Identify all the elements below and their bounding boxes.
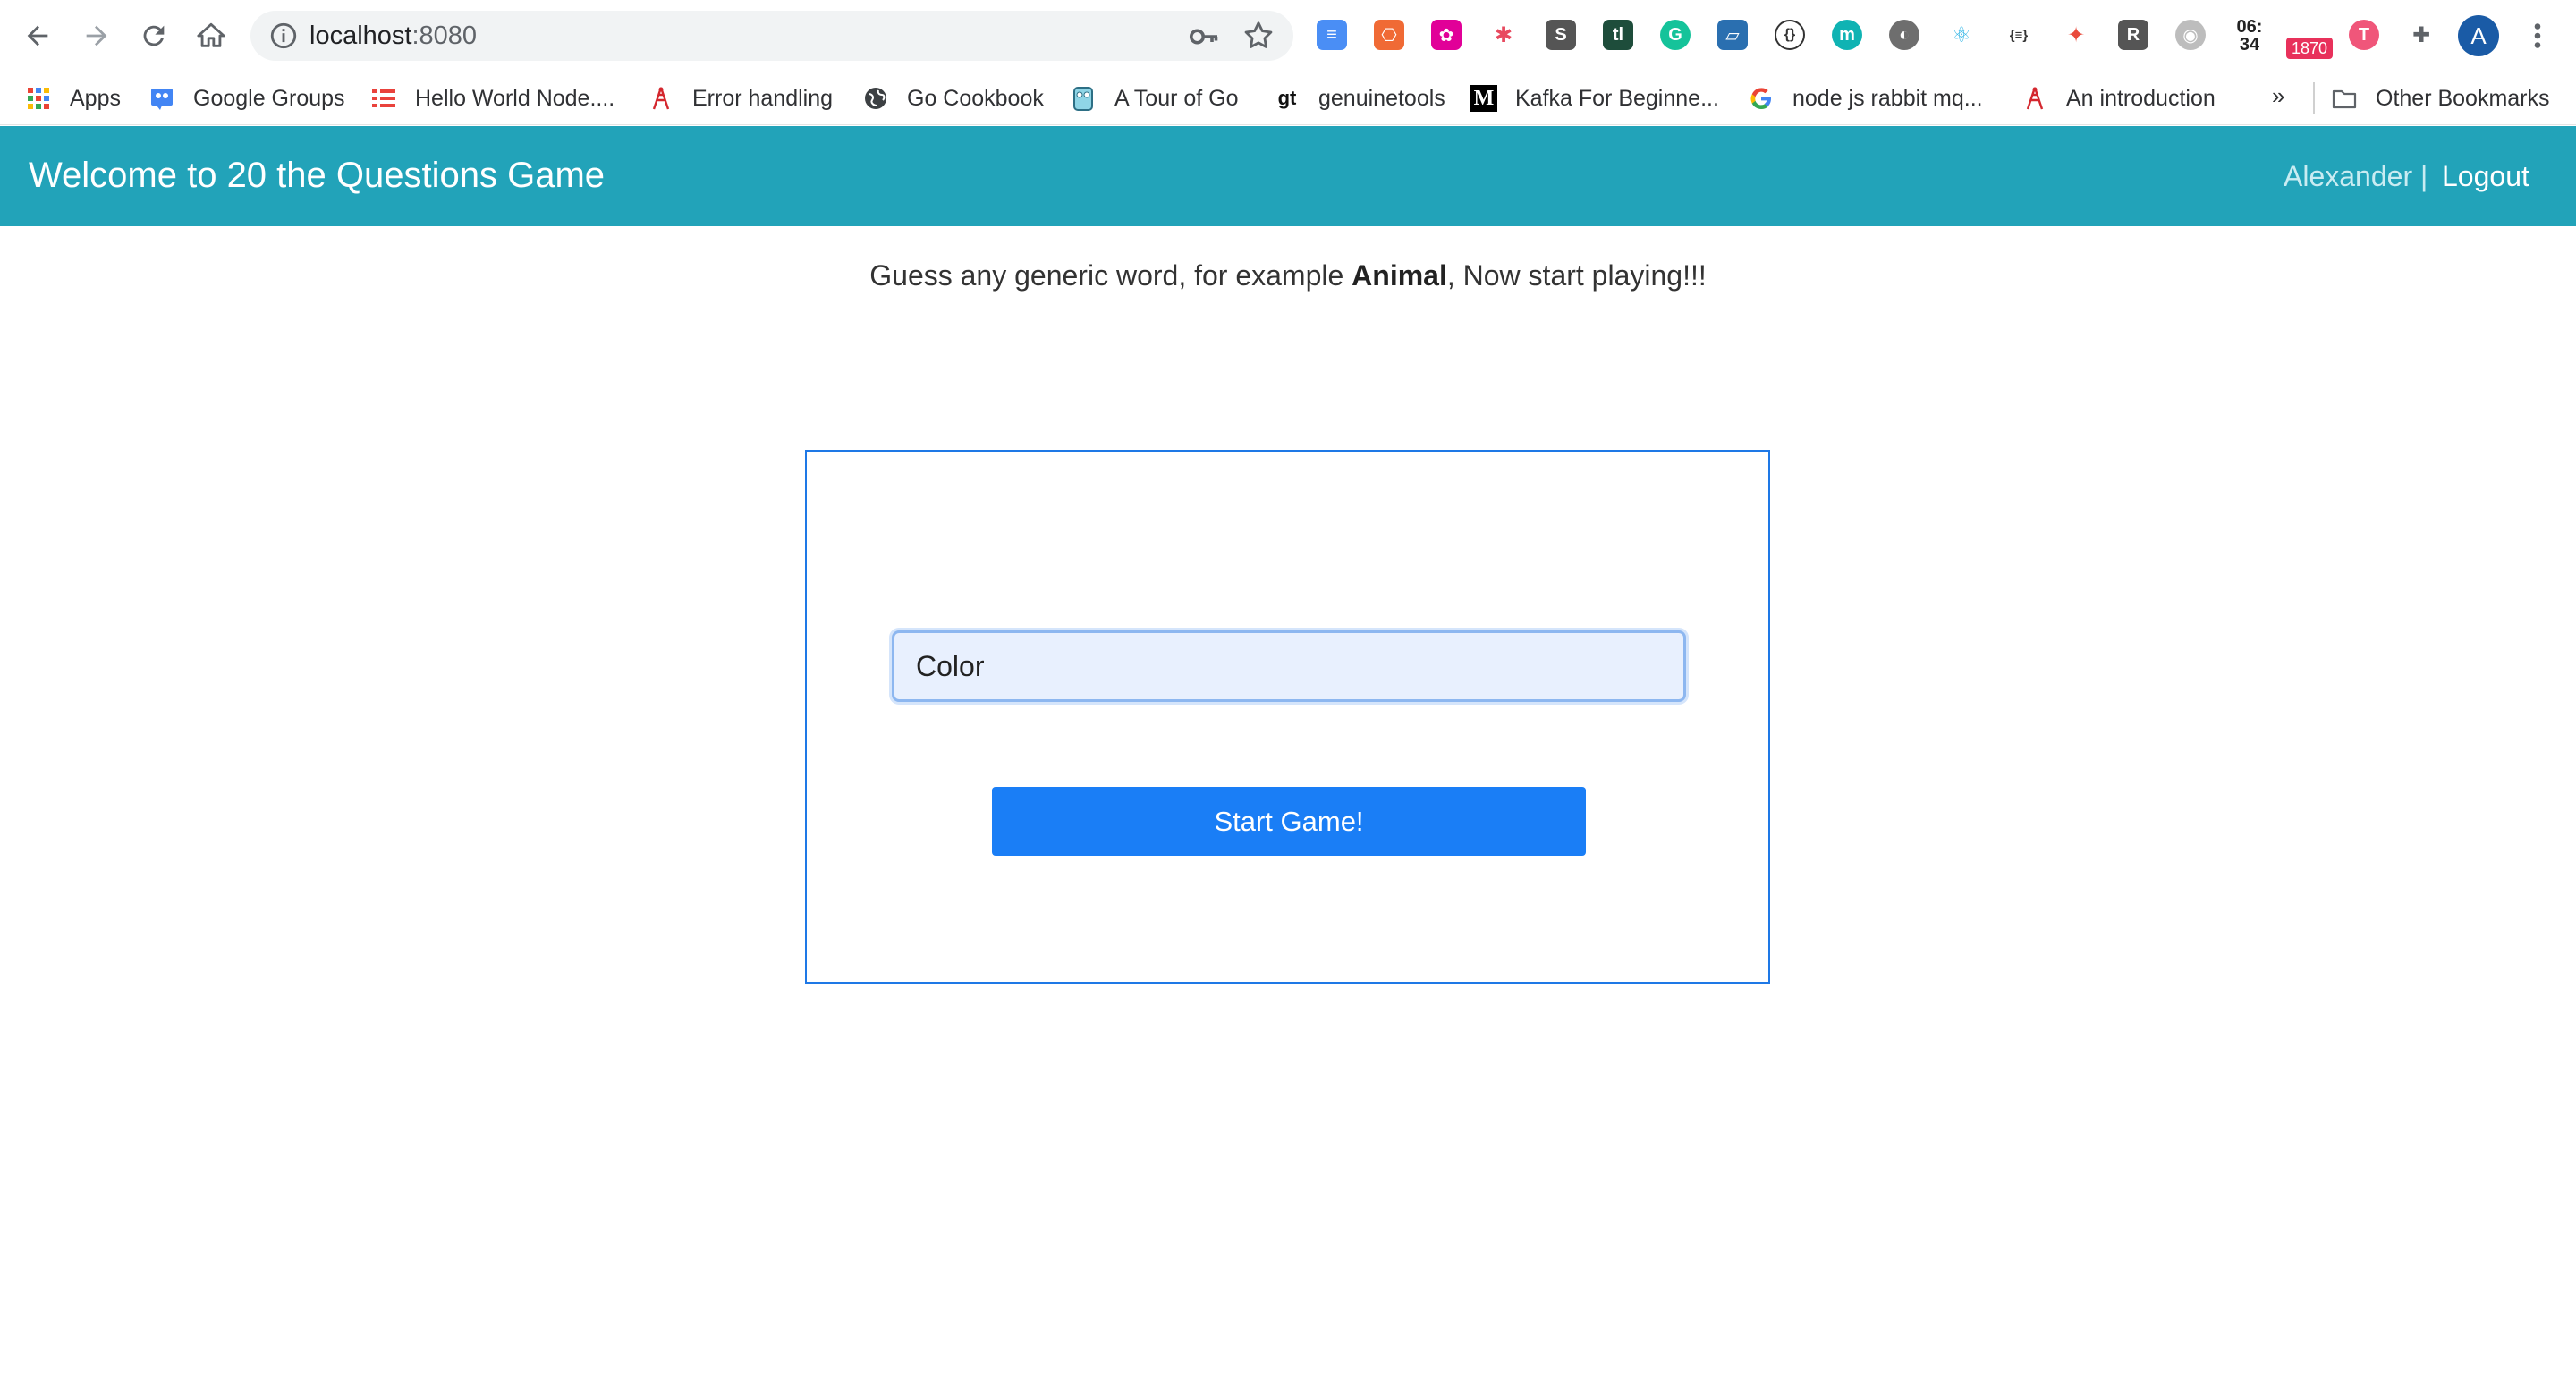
react-icon[interactable]: ⚛: [1946, 20, 1977, 50]
grammarly-icon[interactable]: G: [1660, 20, 1690, 50]
google-icon: [1748, 85, 1775, 112]
layers-icon[interactable]: ≡: [1317, 20, 1347, 50]
braces-circle-icon[interactable]: {}: [1775, 20, 1805, 50]
bookmark-other-bookmarks[interactable]: Other Bookmarks: [2331, 83, 2550, 114]
folder-icon: [2331, 85, 2358, 112]
google-groups-icon: [148, 85, 175, 112]
clock-extension-icon[interactable]: 06: 34: [2234, 18, 2265, 54]
app-title: Welcome to 20 the Questions Game: [29, 156, 606, 195]
bookmark-google-groups[interactable]: Google Groups: [148, 83, 345, 114]
back-icon[interactable]: [18, 16, 57, 55]
bookmarks-overflow-icon[interactable]: »: [2272, 82, 2284, 110]
url-port: :8080: [411, 21, 478, 50]
logout-link[interactable]: Logout: [2442, 158, 2529, 194]
tomato-icon[interactable]: T: [2349, 20, 2379, 50]
game-start-panel: Start Game!: [805, 450, 1770, 984]
s-icon[interactable]: S: [1546, 20, 1576, 50]
panda-icon[interactable]: ◉: [2175, 20, 2206, 50]
sitemap-icon[interactable]: ⎔: [1374, 20, 1404, 50]
m-circle-icon[interactable]: m: [1832, 20, 1862, 50]
gt-icon: gt: [1277, 87, 1297, 109]
profile-avatar[interactable]: A: [2458, 15, 2499, 56]
bookmark-label: Error handling: [692, 85, 834, 111]
globe-icon: [862, 85, 889, 112]
bookmark-label: Other Bookmarks: [2376, 85, 2550, 111]
pinwheel-icon[interactable]: ✱: [1488, 20, 1519, 50]
bookmark-label: genuinetools: [1318, 85, 1445, 111]
star-icon[interactable]: [1241, 19, 1275, 53]
bookmark-label: node js rabbit mq...: [1792, 85, 1983, 111]
list-icon: [370, 85, 397, 112]
instructions-text: Guess any generic word, for example Anim…: [0, 258, 2576, 293]
home-icon[interactable]: [191, 16, 231, 55]
bookmark-hello-world-node[interactable]: Hello World Node....: [370, 83, 614, 114]
browser-toolbar: localhost:8080 ≡ ⎔ ✿ ✱ Stl G ▱ {} m ◐ ⚛ {≡} ✦ R ◉ T ✚ 06…: [0, 0, 2576, 72]
bookmark-label: Hello World Node....: [415, 85, 615, 111]
tower-icon: [2021, 85, 2048, 112]
r-icon[interactable]: R: [2118, 20, 2148, 50]
tldr-icon[interactable]: tl: [1603, 20, 1633, 50]
graphql-icon[interactable]: ✿: [1431, 20, 1462, 50]
badge-count: 1870: [2286, 38, 2333, 59]
username-label: Alexander |: [2284, 160, 2428, 192]
intro-text-start: Guess any generic word, for example: [869, 259, 1352, 292]
json-icon[interactable]: {≡}: [2004, 20, 2034, 50]
forward-icon[interactable]: [77, 16, 116, 55]
app-header: Welcome to 20 the Questions Game Alexand…: [0, 126, 2576, 226]
tower-icon: [648, 85, 674, 112]
gopher-icon: [1070, 85, 1097, 112]
bookmark-genuinetools[interactable]: gt genuinetools: [1274, 83, 1445, 114]
bookmarks-divider: [2313, 82, 2315, 114]
bookmark-apps[interactable]: Apps: [25, 83, 121, 114]
bookmark-label: Kafka For Beginne...: [1515, 85, 1719, 111]
medium-icon: M: [1470, 85, 1497, 112]
url-host: localhost: [309, 21, 412, 50]
intro-example-word: Animal: [1352, 259, 1447, 292]
reload-icon[interactable]: [134, 16, 174, 55]
bookmark-error-handling[interactable]: Error handling: [648, 83, 833, 114]
moon-icon[interactable]: ◐: [1889, 20, 1919, 50]
more-menu-icon[interactable]: [2524, 20, 2551, 52]
bookmark-label: A Tour of Go: [1114, 85, 1239, 111]
bookmark-kafka-for-beginners[interactable]: M Kafka For Beginne...: [1470, 83, 1719, 114]
url-text[interactable]: localhost:8080: [309, 21, 477, 50]
key-icon[interactable]: [1188, 21, 1220, 53]
bookmark-label: Google Groups: [193, 85, 345, 111]
bookmark-label: Apps: [70, 85, 121, 111]
bookmark-node-js-rabbit-mq[interactable]: node js rabbit mq...: [1748, 83, 1983, 114]
color-wheel-icon[interactable]: ✦: [2061, 20, 2091, 50]
bookmark-a-tour-of-go[interactable]: A Tour of Go: [1070, 83, 1239, 114]
intro-text-end: , Now start playing!!!: [1446, 259, 1707, 292]
info-icon[interactable]: [268, 21, 299, 51]
bookmark-label: Go Cookbook: [907, 85, 1044, 111]
apps-grid-icon: [25, 85, 52, 112]
start-game-button[interactable]: Start Game!: [992, 787, 1586, 856]
address-bar[interactable]: localhost:8080: [250, 11, 1293, 61]
bookmarks-bar: Apps Google Groups Hello World Node.... …: [0, 72, 2576, 125]
book-icon[interactable]: ▱: [1717, 20, 1748, 50]
word-input[interactable]: [892, 630, 1686, 702]
bookmark-label: An introduction: [2066, 85, 2216, 111]
bookmark-an-introduction[interactable]: An introduction: [2021, 83, 2216, 114]
bookmark-go-cookbook[interactable]: Go Cookbook: [862, 83, 1044, 114]
puzzle-icon[interactable]: ✚: [2406, 20, 2436, 50]
